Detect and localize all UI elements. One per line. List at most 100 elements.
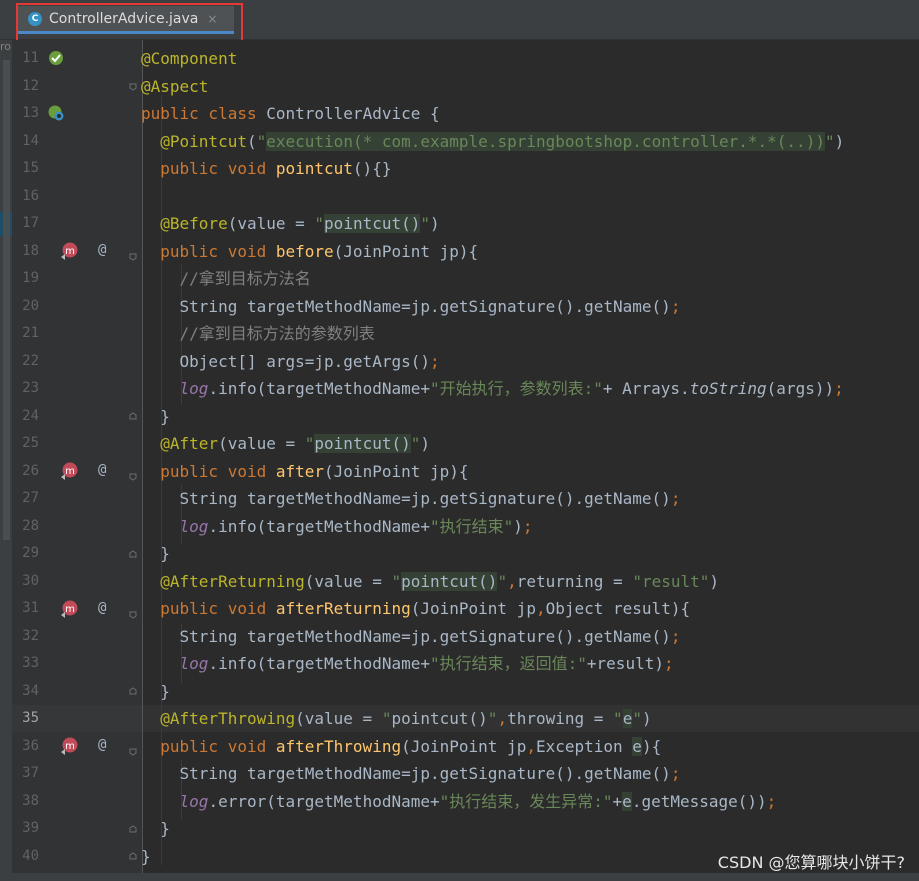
code-token: (JoinPoint jp){ bbox=[333, 241, 479, 261]
code-line[interactable]: 16 bbox=[12, 183, 919, 211]
code-token: +result) bbox=[586, 654, 664, 673]
code-line[interactable]: 32 String targetMethodName=jp.getSignatu… bbox=[12, 623, 919, 651]
advice-method-icon[interactable]: m bbox=[60, 462, 80, 480]
code-line[interactable]: 21 //拿到目标方法的参数列表 bbox=[12, 320, 919, 348]
code-token: "执行结束，发生异常:" bbox=[439, 791, 613, 811]
line-number: 14 bbox=[22, 132, 39, 149]
code-text: } bbox=[141, 815, 170, 843]
fold-icon[interactable] bbox=[129, 748, 137, 756]
code-token: @AfterReturning bbox=[160, 571, 305, 591]
code-line[interactable]: 11 @Component bbox=[12, 45, 919, 73]
code-line[interactable]: 36 public void afterThrowing(JoinPoint j… bbox=[12, 733, 919, 761]
advice-method-icon[interactable]: m bbox=[60, 242, 80, 260]
line-number: 19 bbox=[22, 270, 39, 286]
code-line[interactable]: 38 log.error(targetMethodName+"执行结束，发生异常… bbox=[12, 788, 919, 816]
side-scrollbar[interactable] bbox=[3, 60, 10, 540]
fold-icon[interactable] bbox=[129, 611, 137, 619]
at-marker[interactable]: @ bbox=[98, 457, 106, 485]
code-line[interactable]: 20 String targetMethodName=jp.getSignatu… bbox=[12, 293, 919, 321]
line-number: 18 bbox=[22, 242, 39, 259]
code-line[interactable]: 30 @AfterReturning(value = "pointcut()",… bbox=[12, 568, 919, 596]
at-marker[interactable]: @ bbox=[98, 595, 106, 623]
code-line[interactable]: 15 public void pointcut(){} bbox=[12, 155, 919, 183]
code-line[interactable]: 24 } bbox=[12, 403, 919, 431]
code-editor[interactable]: 11 @Component 12 @Aspect 13 public class Cont… bbox=[12, 40, 919, 873]
code-line[interactable]: 22 Object[] args=jp.getArgs(); bbox=[12, 348, 919, 376]
code-text: @AfterReturning(value = "pointcut()",ret… bbox=[141, 568, 719, 596]
line-number: 21 bbox=[22, 325, 39, 341]
close-tab-icon[interactable]: × bbox=[207, 12, 217, 26]
code-token: " bbox=[632, 709, 642, 728]
code-line[interactable]: 14 @Pointcut("execution(* com.example.sp… bbox=[12, 128, 919, 156]
fold-end-icon[interactable] bbox=[129, 412, 137, 420]
code-line[interactable]: 31 public void afterReturning(JoinPoint … bbox=[12, 595, 919, 623]
code-line[interactable]: 33 log.info(targetMethodName+"执行结束，返回值:"… bbox=[12, 650, 919, 678]
java-class-icon: C bbox=[28, 11, 42, 26]
line-number: 17 bbox=[22, 215, 39, 231]
code-token: ) bbox=[709, 571, 720, 591]
file-tab[interactable]: C ControllerAdvice.java × bbox=[18, 6, 234, 34]
fold-end-icon[interactable] bbox=[129, 550, 137, 558]
code-token: (value = bbox=[227, 214, 315, 233]
fold-icon[interactable] bbox=[129, 473, 137, 481]
code-token: } bbox=[141, 819, 170, 838]
spring-bean-icon[interactable] bbox=[48, 50, 64, 66]
code-line[interactable]: 35 @AfterThrowing(value = "pointcut()",t… bbox=[12, 705, 919, 733]
code-token: .info(targetMethodName+ bbox=[208, 516, 430, 536]
code-line[interactable]: 19 //拿到目标方法名 bbox=[12, 265, 919, 293]
code-token: (JoinPoint jp bbox=[410, 599, 536, 618]
code-token: ControllerAdvice { bbox=[266, 104, 440, 123]
code-token: before bbox=[275, 241, 334, 261]
line-number: 24 bbox=[22, 407, 39, 424]
code-text: @Before(value = "pointcut()") bbox=[141, 210, 440, 238]
code-line[interactable]: 39 } bbox=[12, 815, 919, 843]
code-token: ; bbox=[522, 516, 533, 536]
code-line[interactable]: 17 @Before(value = "pointcut()") bbox=[12, 210, 919, 238]
file-tab-label: ControllerAdvice.java bbox=[49, 10, 199, 27]
code-text: public void before(JoinPoint jp){ bbox=[141, 238, 478, 266]
code-line[interactable]: 13 public class ControllerAdvice { bbox=[12, 100, 919, 128]
fold-end-icon[interactable] bbox=[129, 825, 137, 833]
line-number: 39 bbox=[22, 820, 39, 836]
aspect-icon[interactable] bbox=[48, 105, 64, 121]
code-token: ; bbox=[663, 654, 674, 673]
code-token: } bbox=[141, 681, 170, 701]
code-token: @Aspect bbox=[141, 76, 209, 96]
code-line[interactable]: 25 @After(value = "pointcut()") bbox=[12, 430, 919, 458]
code-token: , bbox=[507, 571, 517, 591]
code-token: + bbox=[612, 791, 623, 811]
code-token: " bbox=[391, 571, 402, 591]
code-token: e bbox=[622, 709, 633, 728]
fold-end-icon[interactable] bbox=[129, 687, 137, 695]
advice-method-icon[interactable]: m bbox=[60, 737, 80, 755]
code-text: } bbox=[141, 678, 170, 706]
code-text: String targetMethodName=jp.getSignature(… bbox=[141, 623, 681, 651]
advice-method-icon[interactable]: m bbox=[60, 600, 80, 618]
code-line[interactable]: 29 } bbox=[12, 540, 919, 568]
code-text: @After(value = "pointcut()") bbox=[141, 430, 430, 458]
code-line[interactable]: 28 log.info(targetMethodName+"执行结束"); bbox=[12, 513, 919, 541]
horizontal-scrollbar[interactable] bbox=[0, 873, 919, 881]
code-line[interactable]: 27 String targetMethodName=jp.getSignatu… bbox=[12, 485, 919, 513]
code-token: ; bbox=[670, 764, 681, 783]
code-line[interactable]: 34 } bbox=[12, 678, 919, 706]
code-line[interactable]: 37 String targetMethodName=jp.getSignatu… bbox=[12, 760, 919, 788]
at-marker[interactable]: @ bbox=[98, 732, 106, 760]
at-marker[interactable]: @ bbox=[98, 237, 106, 265]
code-token: returning = bbox=[516, 571, 633, 591]
code-line[interactable]: 26 public void after(JoinPoint jp){ bbox=[12, 458, 919, 486]
svg-text:m: m bbox=[65, 741, 75, 752]
code-line[interactable]: 18 public void before(JoinPoint jp){ bbox=[12, 238, 919, 266]
fold-end-icon[interactable] bbox=[129, 852, 137, 860]
code-token: @Before bbox=[160, 214, 228, 233]
code-token: "执行结束，返回值:" bbox=[430, 654, 587, 673]
code-line[interactable]: 12 @Aspect bbox=[12, 73, 919, 101]
fold-icon[interactable] bbox=[129, 253, 137, 261]
code-token: @AfterThrowing bbox=[160, 709, 296, 728]
fold-icon[interactable] bbox=[129, 83, 137, 91]
code-line[interactable]: 23 log.info(targetMethodName+"开始执行，参数列表:… bbox=[12, 375, 919, 403]
